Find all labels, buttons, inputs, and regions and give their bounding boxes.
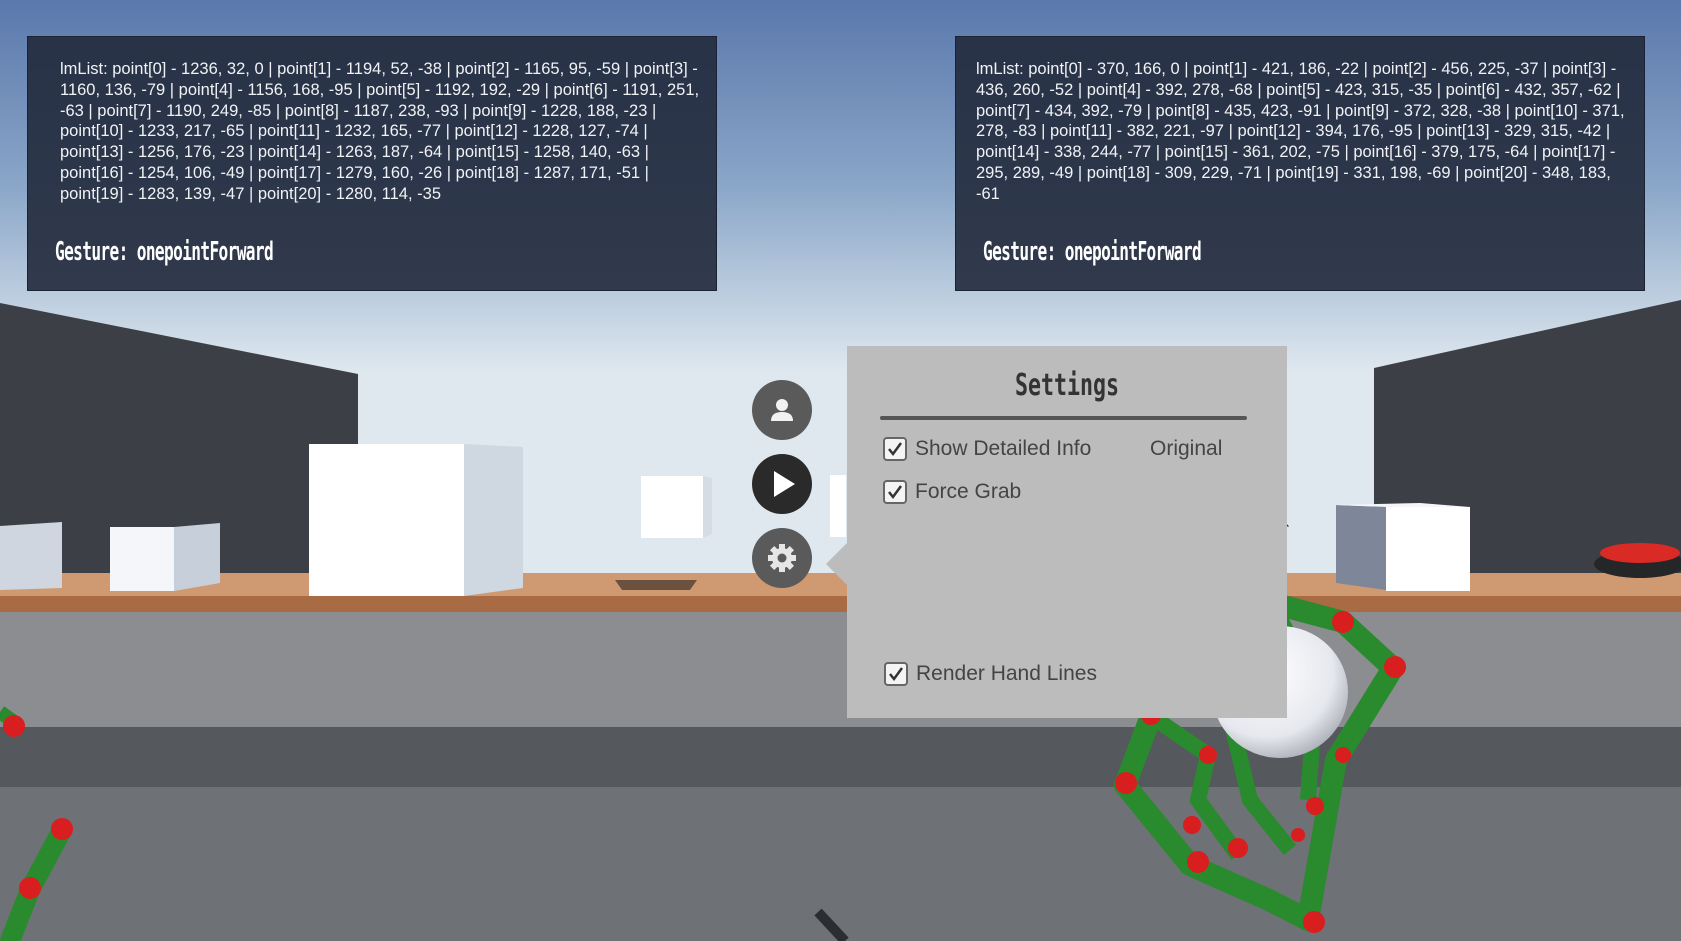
settings-title: Settings	[1014, 368, 1120, 403]
render-hand-lines-option[interactable]: Render Hand Lines	[884, 662, 1097, 686]
floor-near	[0, 787, 1681, 941]
landmark-info-panel-left: lmList: point[0] - 1236, 32, 0 | point[1…	[27, 36, 717, 291]
floor-band	[0, 612, 1681, 727]
original-option-label[interactable]: Original	[1150, 437, 1222, 461]
landmark-info-panel-right: lmList: point[0] - 370, 166, 0 | point[1…	[955, 36, 1645, 291]
settings-button[interactable]	[752, 528, 812, 588]
user-button[interactable]	[752, 380, 812, 440]
render-hand-lines-checkbox[interactable]	[884, 662, 908, 686]
checkmark-icon	[889, 667, 904, 682]
play-icon	[774, 471, 795, 497]
force-grab-option[interactable]: Force Grab	[883, 480, 1021, 504]
lmlist-text-left: lmList: point[0] - 1236, 32, 0 | point[1…	[60, 60, 700, 203]
lmlist-text-right: lmList: point[0] - 370, 166, 0 | point[1…	[976, 60, 1625, 203]
show-detailed-info-checkbox[interactable]	[883, 437, 907, 461]
render-hand-lines-label: Render Hand Lines	[916, 662, 1097, 685]
gear-icon	[768, 544, 796, 572]
play-button[interactable]	[752, 454, 812, 514]
force-grab-checkbox[interactable]	[883, 480, 907, 504]
checkmark-icon	[888, 442, 903, 457]
user-icon	[771, 399, 793, 421]
settings-divider	[880, 416, 1247, 420]
force-grab-label: Force Grab	[915, 480, 1022, 503]
floor-dark-band	[0, 727, 1681, 787]
gesture-label-right: Gesture: onepointForward	[983, 237, 1202, 267]
gesture-label-left: Gesture: onepointForward	[55, 237, 274, 267]
settings-pointer-arrow	[826, 542, 848, 586]
checkmark-icon	[888, 485, 903, 500]
settings-panel: Settings Show Detailed Info Original For…	[847, 346, 1287, 718]
show-detailed-info-option[interactable]: Show Detailed Info	[883, 437, 1091, 461]
show-detailed-info-label: Show Detailed Info	[915, 437, 1092, 460]
